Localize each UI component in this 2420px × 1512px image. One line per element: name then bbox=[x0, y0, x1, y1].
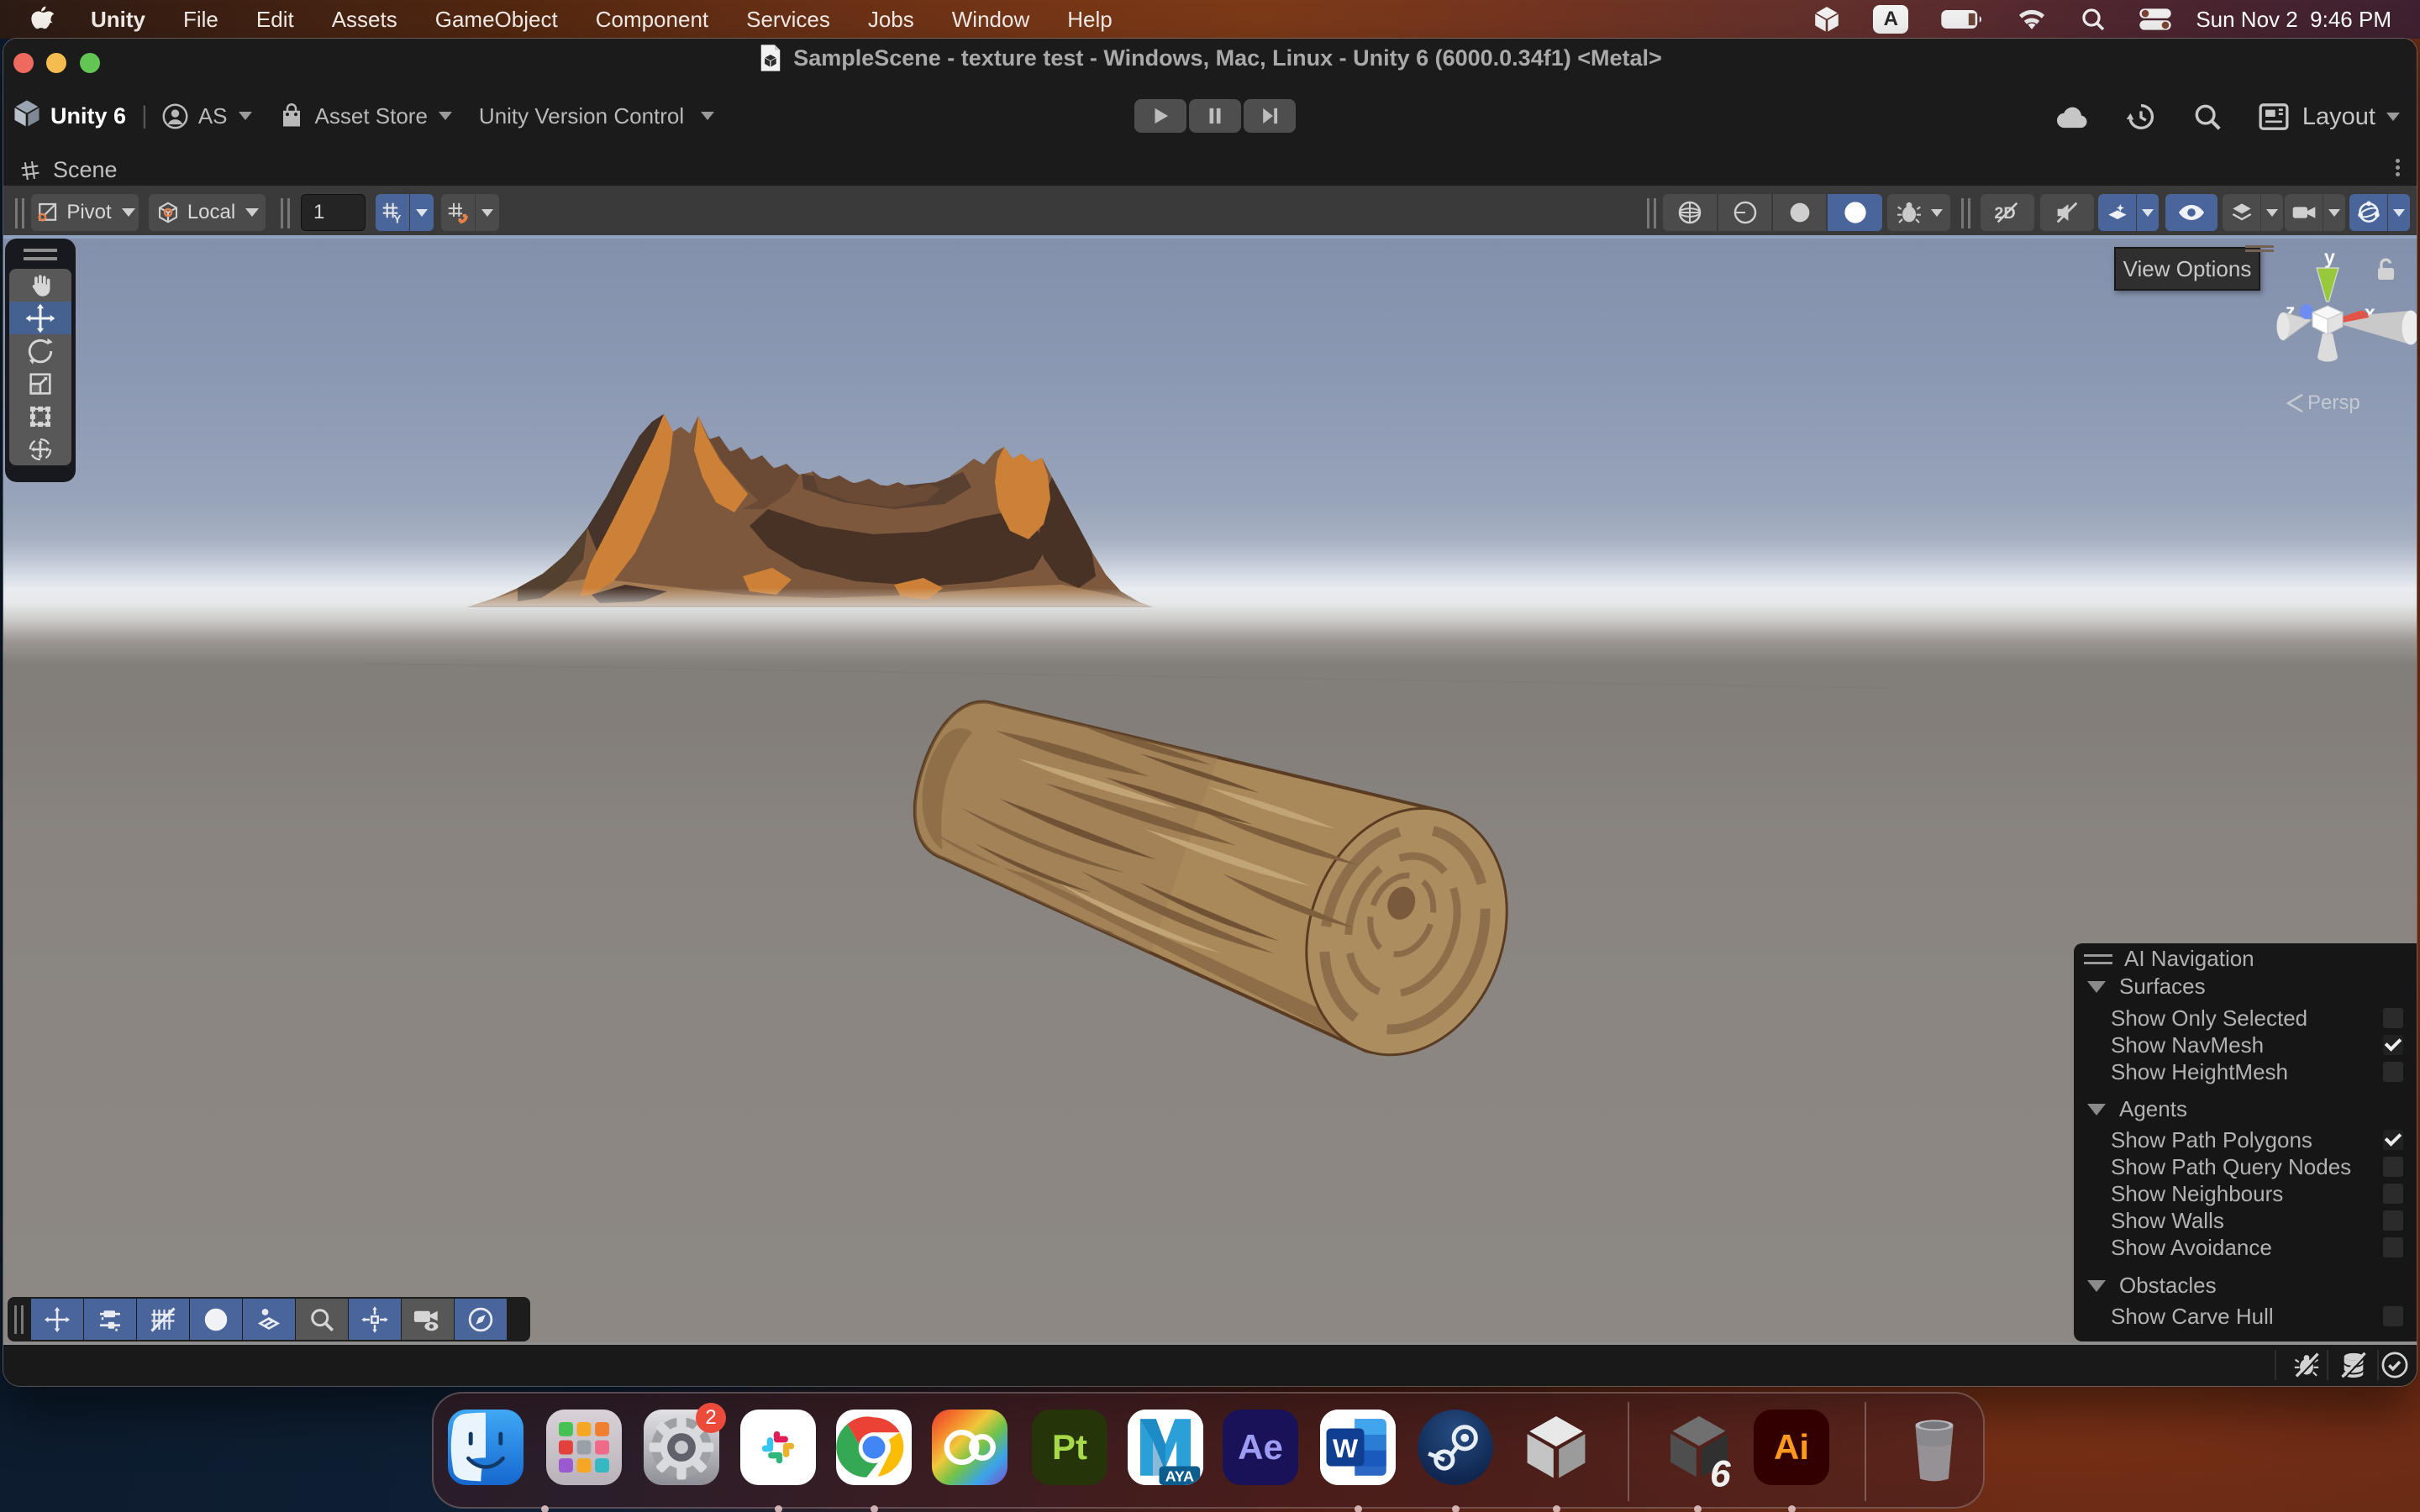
svg-text:W: W bbox=[1333, 1433, 1359, 1463]
svg-text:AYA: AYA bbox=[1165, 1467, 1194, 1484]
svg-text:Y: Y bbox=[393, 213, 401, 226]
svg-text:y: y bbox=[2324, 246, 2335, 268]
svg-text:6: 6 bbox=[1710, 1453, 1731, 1488]
